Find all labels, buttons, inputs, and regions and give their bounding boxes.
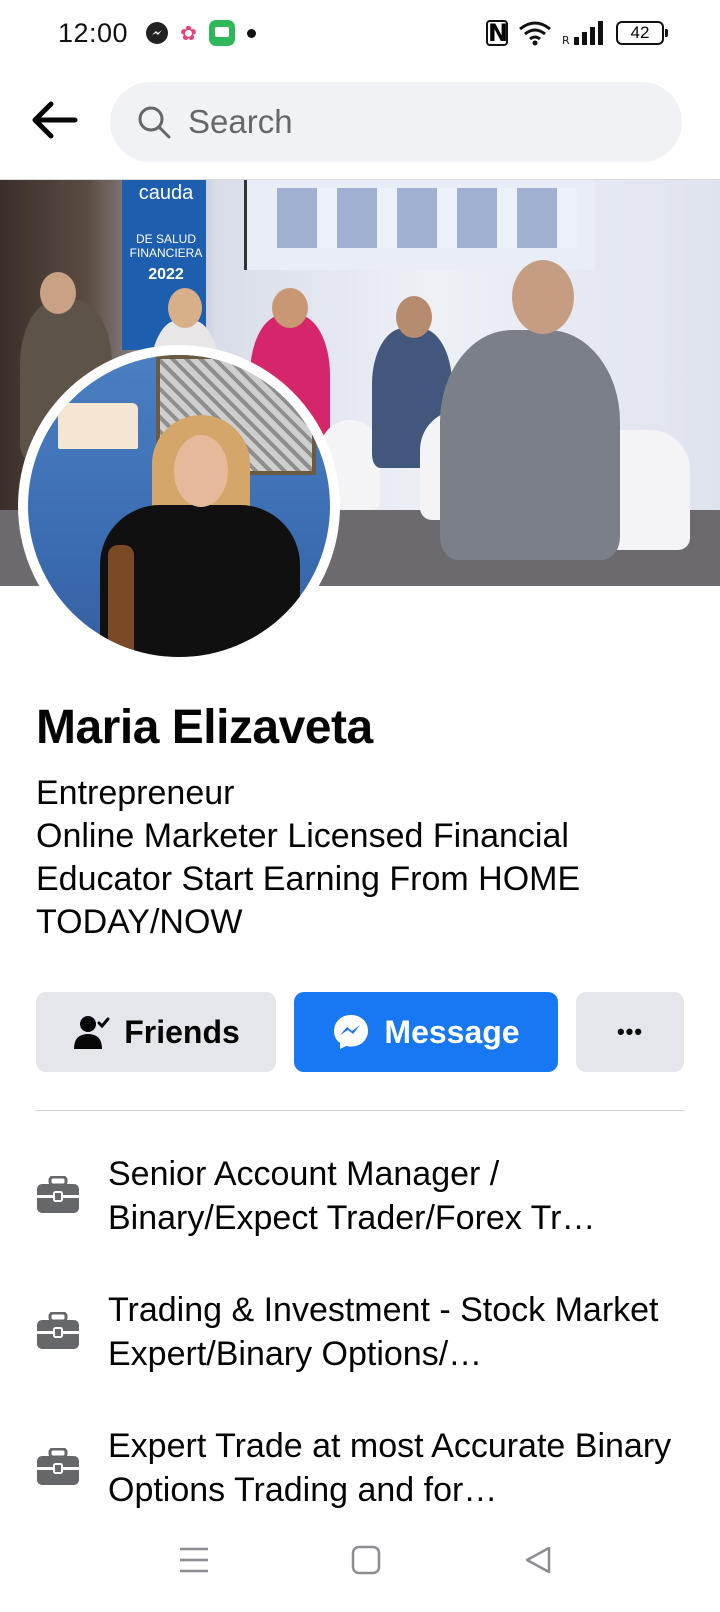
bio-line: Online Marketer Licensed Financial Educa…	[36, 817, 581, 941]
friends-label: Friends	[124, 1013, 240, 1050]
svg-text:R: R	[562, 34, 570, 46]
messenger-icon	[332, 1013, 370, 1051]
search-icon	[134, 102, 174, 142]
friends-check-icon	[72, 1013, 110, 1051]
nfc-icon: N	[486, 19, 509, 47]
event-banner-text: cauda DE SALUD FINANCIERA 2022	[128, 180, 204, 283]
messenger-notification-icon	[146, 22, 169, 44]
panelist	[440, 330, 620, 560]
profile-name: Maria Elizaveta	[36, 701, 373, 754]
wifi-icon	[519, 21, 551, 46]
signal-icon: R	[562, 21, 603, 46]
event-banner-year: 2022	[148, 266, 184, 283]
square-icon	[351, 1545, 381, 1575]
top-bar: Search	[0, 66, 720, 180]
status-bar: 12:00 ✿ N R 42	[0, 0, 720, 66]
profile-picture[interactable]	[18, 345, 340, 667]
back-nav-button[interactable]	[518, 1540, 558, 1580]
triangle-back-icon	[525, 1546, 551, 1574]
message-button[interactable]: Message	[294, 992, 558, 1072]
work-item[interactable]: Senior Account Manager / Binary/Expect T…	[36, 1152, 684, 1288]
home-button[interactable]	[346, 1540, 386, 1580]
work-item-text: Expert Trade at most Accurate Binary Opt…	[108, 1427, 672, 1509]
system-navigation-bar	[0, 1530, 720, 1590]
briefcase-icon	[37, 1176, 79, 1213]
system-status-icons: N R 42	[486, 19, 668, 47]
more-notifications-dot	[246, 28, 256, 38]
back-arrow-icon	[32, 101, 78, 139]
search-input[interactable]: Search	[110, 82, 682, 162]
profile-actions: Friends Message •••	[36, 992, 684, 1072]
profile-bio: Entrepreneur Online Marketer Licensed Fi…	[36, 772, 686, 944]
message-label: Message	[384, 1013, 520, 1050]
presentation-screen	[244, 180, 594, 270]
event-banner-brand: cauda	[138, 182, 194, 204]
photos-notification-icon: ✿	[180, 22, 197, 45]
event-banner-title: DE SALUD FINANCIERA	[129, 232, 203, 260]
back-button[interactable]	[24, 94, 84, 146]
recent-apps-button[interactable]	[174, 1540, 214, 1580]
battery-icon: 42	[616, 21, 668, 45]
work-item-text: Senior Account Manager / Binary/Expect T…	[108, 1155, 596, 1237]
search-placeholder: Search	[188, 103, 293, 140]
messages-notification-icon	[208, 20, 235, 46]
notification-icons: ✿	[146, 20, 256, 46]
section-divider	[36, 1110, 684, 1111]
work-history-list: Senior Account Manager / Binary/Expect T…	[36, 1152, 684, 1560]
bio-line: Entrepreneur	[36, 774, 235, 812]
status-time: 12:00	[58, 17, 129, 48]
menu-icon	[180, 1547, 208, 1573]
work-item[interactable]: Trading & Investment - Stock Market Expe…	[36, 1288, 684, 1424]
briefcase-icon	[37, 1312, 79, 1349]
friends-button[interactable]: Friends	[36, 992, 276, 1072]
more-options-button[interactable]: •••	[576, 992, 684, 1072]
more-dots-icon: •••	[616, 1019, 644, 1044]
briefcase-icon	[37, 1448, 79, 1485]
work-item-text: Trading & Investment - Stock Market Expe…	[108, 1291, 659, 1373]
